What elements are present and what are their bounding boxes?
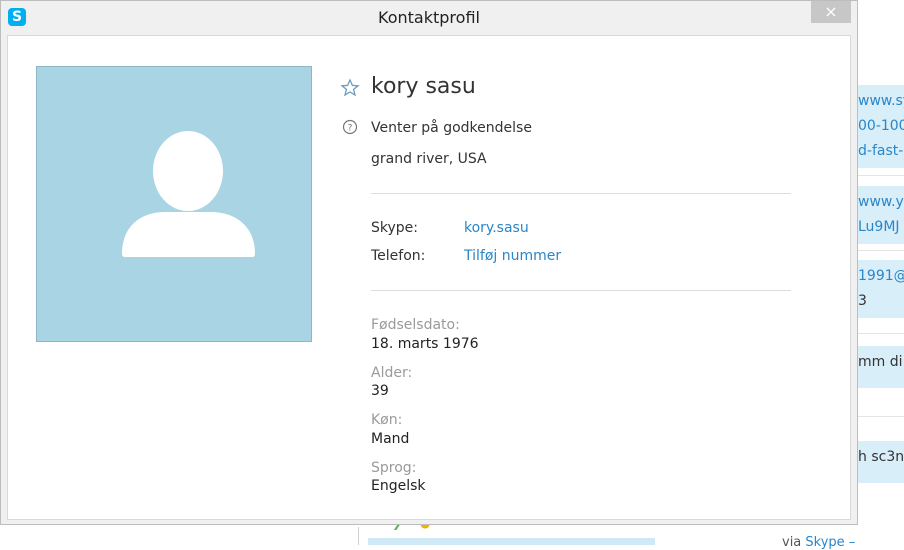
chat-message-line[interactable]: www.syt: [858, 89, 904, 114]
chat-message: h sc3n: [858, 441, 904, 483]
separator: [371, 193, 791, 194]
age-label: Alder:: [371, 365, 413, 381]
chat-message-line[interactable]: www.yo: [858, 190, 904, 215]
contact-profile-dialog: S Kontaktprofil × kory sasu ? Venter på …: [0, 0, 858, 525]
svg-text:?: ?: [348, 124, 353, 134]
message-input[interactable]: [368, 538, 655, 545]
birthdate-value: 18. marts 1976: [371, 336, 479, 352]
separator: [371, 290, 791, 291]
footer-prefix: via: [782, 535, 802, 550]
age-value: 39: [371, 383, 389, 399]
gender-label: Køn:: [371, 412, 403, 428]
chat-message-line: mm di: [858, 354, 903, 370]
chat-footer: via Skype –: [782, 535, 855, 550]
chat-message-line: 3: [858, 293, 867, 309]
skype-name-link[interactable]: kory.sasu: [464, 220, 529, 236]
contact-name: kory sasu: [371, 74, 476, 99]
avatar: [36, 66, 312, 342]
title-bar[interactable]: S Kontaktprofil ×: [1, 1, 857, 35]
birthdate-label: Fødselsdato:: [371, 317, 460, 333]
language-value: Engelsk: [371, 478, 426, 494]
profile-content: kory sasu ? Venter på godkendelse grand …: [7, 35, 851, 520]
chat-message: mm di: [858, 346, 904, 388]
chat-divider: [858, 250, 904, 251]
language-label: Sprog:: [371, 460, 417, 476]
gender-value: Mand: [371, 431, 410, 447]
star-icon[interactable]: [340, 78, 360, 98]
chat-divider: [858, 175, 904, 176]
chat-divider: [858, 333, 904, 334]
contact-location: grand river, USA: [371, 151, 487, 167]
dialog-title: Kontaktprofil: [378, 8, 480, 27]
contact-status: Venter på godkendelse: [371, 120, 532, 136]
person-icon: [122, 131, 255, 257]
chat-message-line[interactable]: d-fast-: [858, 139, 904, 164]
close-button[interactable]: ×: [811, 1, 851, 23]
chat-message-line[interactable]: 00-100: [858, 114, 904, 139]
chat-message: 1991@ 3: [858, 260, 904, 318]
chat-message-line[interactable]: 1991@: [858, 264, 904, 289]
skype-label: Skype:: [371, 220, 418, 236]
chat-message[interactable]: www.syt 00-100 d-fast-: [858, 85, 904, 168]
chat-message-line: h sc3n: [858, 449, 904, 465]
chat-message[interactable]: www.yo Lu9MJ: [858, 186, 904, 244]
phone-label: Telefon:: [371, 248, 426, 264]
footer-link[interactable]: Skype –: [805, 535, 855, 550]
question-icon: ?: [342, 119, 358, 135]
chat-message-line[interactable]: Lu9MJ: [858, 215, 904, 240]
close-icon: ×: [824, 2, 838, 21]
chat-divider: [858, 416, 904, 417]
add-number-link[interactable]: Tilføj nummer: [464, 248, 561, 264]
